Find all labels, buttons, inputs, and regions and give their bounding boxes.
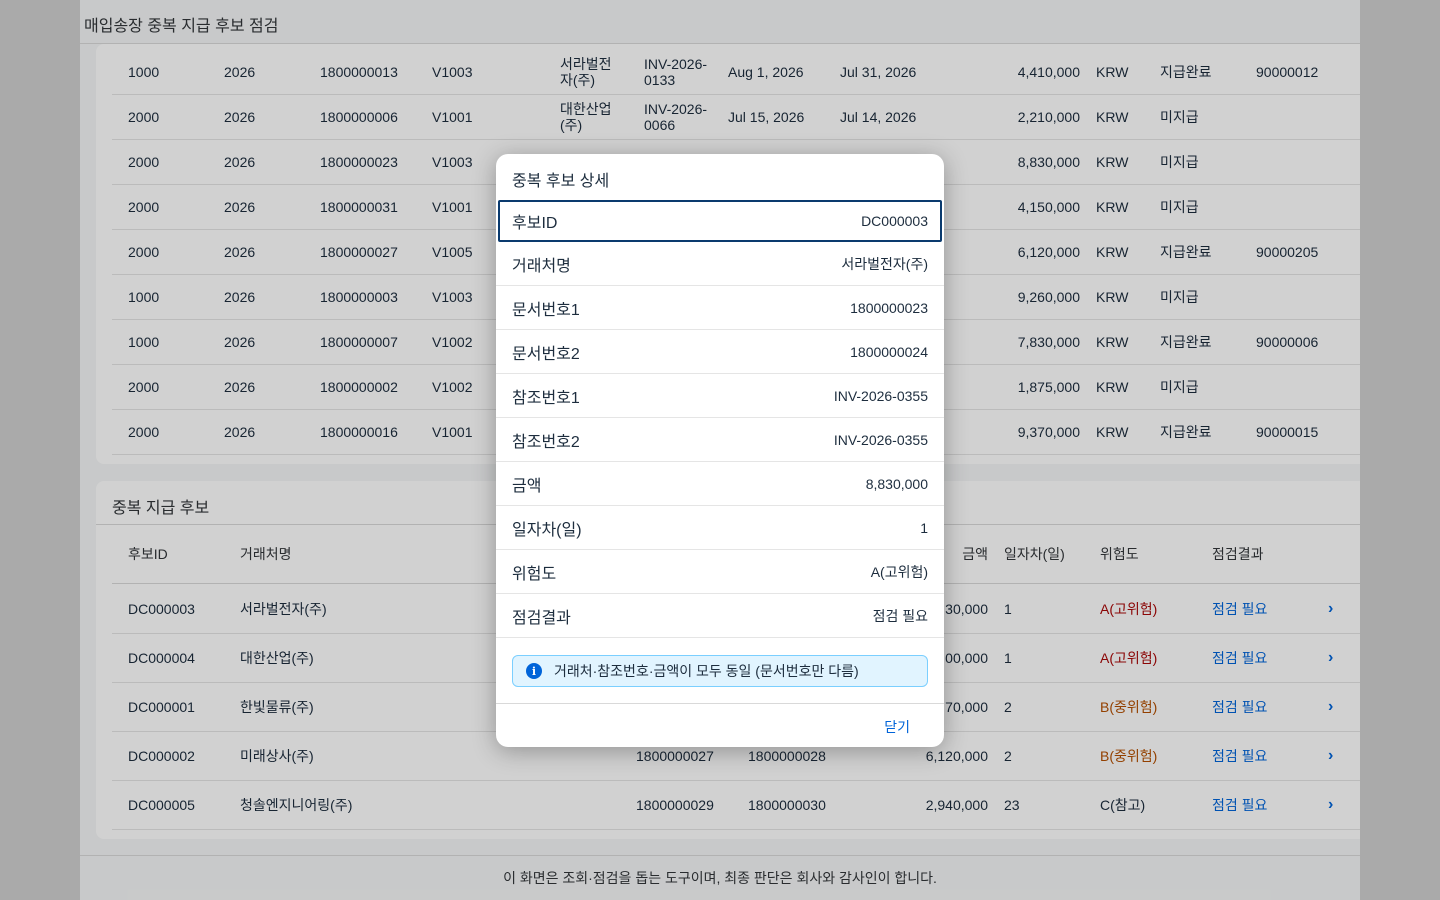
detail-label: 문서번호1 — [512, 301, 580, 319]
detail-label: 위험도 — [512, 565, 557, 583]
detail-label: 문서번호2 — [512, 345, 580, 363]
detail-label: 점검결과 — [512, 609, 571, 627]
detail-item: 참조번호2 INV-2026-0355 — [496, 418, 944, 462]
detail-value: 점검 필요 — [872, 607, 928, 624]
detail-value: INV-2026-0355 — [833, 431, 928, 448]
detail-item: 문서번호2 1800000024 — [496, 330, 944, 374]
detail-item: 금액 8,830,000 — [496, 462, 944, 506]
detail-value: INV-2026-0355 — [833, 387, 928, 404]
detail-value: 8,830,000 — [865, 475, 928, 492]
info-message-text: 거래처·참조번호·금액이 모두 동일 (문서번호만 다름) — [554, 663, 859, 679]
detail-value: 1800000024 — [850, 343, 928, 360]
detail-item[interactable]: 후보ID DC000003 — [498, 200, 942, 242]
detail-label: 참조번호1 — [512, 389, 580, 407]
detail-label: 후보ID — [512, 215, 558, 232]
detail-item: 거래처명 서라벌전자(주) — [496, 242, 944, 286]
detail-item: 일자차(일) 1 — [496, 506, 944, 550]
detail-value: 1800000023 — [850, 299, 928, 316]
detail-item: 점검결과 점검 필요 — [496, 594, 944, 638]
detail-value: 1 — [920, 519, 928, 536]
dialog-title: 중복 후보 상세 — [512, 173, 610, 190]
info-icon: i — [526, 663, 542, 679]
detail-item: 문서번호1 1800000023 — [496, 286, 944, 330]
info-message-strip: i 거래처·참조번호·금액이 모두 동일 (문서번호만 다름) — [512, 655, 928, 687]
detail-value: A(고위험) — [870, 563, 928, 580]
detail-label: 금액 — [512, 477, 542, 495]
detail-item: 참조번호1 INV-2026-0355 — [496, 374, 944, 418]
duplicate-detail-dialog: 중복 후보 상세 후보ID DC000003 거래처명 서라벌전자(주) 문서번호1 18… — [496, 154, 944, 747]
close-button[interactable]: 닫기 — [884, 717, 910, 737]
detail-value: DC000003 — [861, 213, 928, 229]
detail-label: 거래처명 — [512, 257, 571, 275]
detail-item: 위험도 A(고위험) — [496, 550, 944, 594]
dialog-footer: 닫기 — [496, 703, 944, 747]
detail-value: 서라벌전자(주) — [841, 255, 928, 272]
detail-list: 후보ID DC000003 거래처명 서라벌전자(주) 문서번호1 1800000023 문… — [496, 198, 944, 638]
detail-label: 참조번호2 — [512, 433, 580, 451]
detail-label: 일자차(일) — [512, 521, 582, 539]
